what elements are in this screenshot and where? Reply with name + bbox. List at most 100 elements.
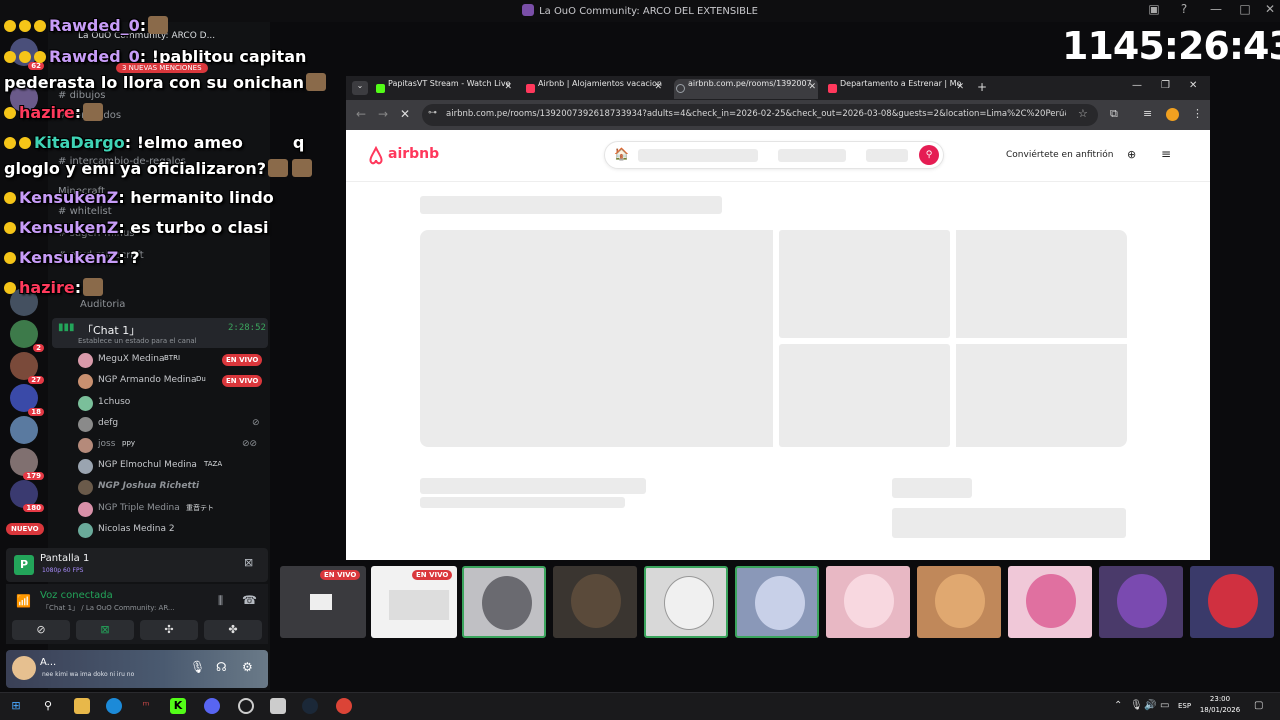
microphone-icon[interactable]: 🎙	[1130, 700, 1143, 711]
server-icon-7[interactable]	[10, 416, 38, 444]
notification-icon[interactable]: ▢	[1254, 700, 1263, 711]
signal-icon[interactable]: 📶	[16, 594, 31, 608]
maximize-button[interactable]: □	[1235, 2, 1255, 16]
participant-tile[interactable]	[644, 566, 728, 638]
forward-icon[interactable]: →	[378, 107, 388, 121]
search-icon[interactable]: ⚲	[919, 145, 939, 165]
airbnb-logo[interactable]: airbnb	[388, 146, 439, 162]
tab-close-icon[interactable]: ✕	[654, 82, 662, 92]
camera-off-button[interactable]: ⊘	[12, 620, 70, 640]
server-icon-8[interactable]: 179	[10, 448, 44, 480]
settings-gear-icon[interactable]: ⚙	[242, 660, 253, 674]
steam-icon[interactable]	[302, 698, 318, 714]
hamburger-menu-icon[interactable]: ≡	[1161, 147, 1171, 161]
url-text[interactable]: airbnb.com.pe/rooms/1392007392618733934?…	[446, 109, 1066, 119]
browser-close-button[interactable]: ✕	[1189, 80, 1197, 91]
site-info-icon[interactable]: ⊶	[428, 108, 437, 118]
globe-icon[interactable]: ⊕	[1127, 148, 1136, 161]
channel-whitelist[interactable]: # whitelist	[58, 206, 112, 217]
close-button[interactable]: ✕	[1260, 2, 1280, 16]
voice-member[interactable]: NGP Elmochul Medina TAZA	[78, 457, 268, 477]
disconnect-icon[interactable]: ☎	[242, 593, 257, 607]
app-icon[interactable]	[270, 698, 286, 714]
new-badge[interactable]: NUEVO	[6, 523, 44, 535]
voice-member[interactable]: NGP Triple Medina 重音テト	[78, 500, 268, 520]
tab-search-icon[interactable]: ⌄	[352, 81, 368, 95]
browser-maximize-button[interactable]: ❐	[1161, 80, 1170, 91]
participant-tile[interactable]	[826, 566, 910, 638]
voice-member[interactable]: 1chuso	[78, 394, 268, 414]
tab-close-icon[interactable]: ✕	[808, 82, 816, 92]
tab-airbnb[interactable]: Airbnb | Alojamientos vacacion ✕	[524, 79, 664, 99]
obs-icon[interactable]	[238, 698, 254, 714]
stop-stream-icon[interactable]: ⊠	[244, 556, 253, 569]
participant-tile[interactable]	[462, 566, 546, 638]
headphones-icon[interactable]: ☊	[216, 660, 227, 674]
microphone-icon[interactable]: 🎙	[190, 660, 205, 674]
menu-kebab-icon[interactable]: ⋮	[1192, 107, 1203, 120]
chat-message: KitaDargo: !elmo ameo q	[4, 133, 304, 152]
stop-icon[interactable]: ✕	[400, 107, 410, 121]
bookmark-star-icon[interactable]: ☆	[1078, 107, 1088, 120]
browser-minimize-button[interactable]: —	[1132, 80, 1142, 91]
airbnb-logo-icon[interactable]	[366, 146, 386, 166]
mentions-badge[interactable]: 3 NUEVAS MENCIONES	[116, 63, 208, 73]
server-icon-5[interactable]: 27	[10, 352, 44, 384]
edge-icon[interactable]	[106, 698, 122, 714]
inbox-icon[interactable]: ▣	[1144, 2, 1164, 16]
username[interactable]: A...	[40, 657, 56, 668]
clock-date[interactable]: 18/01/2026	[1196, 706, 1244, 714]
help-icon[interactable]: ?	[1174, 2, 1194, 16]
minimize-button[interactable]: —	[1206, 2, 1226, 16]
voice-channel-path[interactable]: 「Chat 1」 / La OuO Community: AR...	[42, 603, 175, 613]
server-icon-9[interactable]: 180	[10, 480, 44, 512]
back-icon[interactable]: ←	[356, 107, 366, 121]
kick-icon[interactable]: K	[170, 698, 186, 714]
file-explorer-icon[interactable]	[74, 698, 90, 714]
start-windows-icon[interactable]: ⊞	[8, 698, 24, 714]
search-icon[interactable]: ⚲	[40, 698, 56, 714]
volume-icon[interactable]: 🔊	[1144, 700, 1156, 711]
tab-departamento[interactable]: Departamento a Estrenar | Mo ✕	[826, 79, 966, 99]
participant-tile[interactable]	[1099, 566, 1183, 638]
voice-member[interactable]: MeguX Medina BTRI EN VIVO	[78, 351, 268, 371]
noise-icon[interactable]: ⫼	[218, 594, 223, 608]
chrome-icon[interactable]	[336, 698, 352, 714]
become-host-link[interactable]: Conviértete en anfitrión	[1006, 150, 1113, 160]
participant-tile[interactable]	[1008, 566, 1092, 638]
discord-icon[interactable]	[204, 698, 220, 714]
voice-member[interactable]: joss ppy ⊘⊘	[78, 436, 268, 456]
network-icon[interactable]: ▭	[1160, 700, 1169, 711]
voice-channel-auditoria[interactable]: Auditoria	[80, 299, 125, 310]
participant-tile[interactable]	[553, 566, 637, 638]
participant-tile[interactable]	[1190, 566, 1274, 638]
tab-close-icon[interactable]: ✕	[956, 82, 964, 92]
language-indicator[interactable]: ESP	[1178, 702, 1191, 710]
voice-member[interactable]: NGP Armando Medina Du EN VIVO	[78, 372, 268, 392]
voice-channel-name: 「Chat 1」	[82, 324, 141, 337]
chat-text: pederasta lo llora con su onichan	[4, 73, 304, 92]
participant-tile[interactable]	[917, 566, 1001, 638]
clock-time[interactable]: 23:00	[1200, 695, 1240, 703]
profile-avatar[interactable]	[1166, 108, 1179, 121]
voice-member[interactable]: NGP Joshua Richetti	[78, 478, 268, 498]
new-tab-button[interactable]: +	[977, 80, 987, 94]
participant-tile[interactable]	[735, 566, 819, 638]
server-icon-4[interactable]: 2	[10, 320, 44, 352]
server-icon-6[interactable]: 18	[10, 384, 44, 416]
chat-user: KitaDargo	[34, 133, 125, 152]
tab-close-icon[interactable]: ✕	[504, 82, 512, 92]
avatar[interactable]	[12, 656, 36, 680]
voice-member[interactable]: defg ⊘	[78, 415, 268, 435]
screen-share-button[interactable]: ⊠	[76, 620, 134, 640]
tab-airbnb-room[interactable]: airbnb.com.pe/rooms/1392007 ✕	[674, 79, 818, 99]
voice-member[interactable]: Nicolas Medina 2	[78, 521, 268, 541]
channel-status[interactable]: Establece un estado para el canal	[78, 337, 197, 345]
tray-chevron-icon[interactable]: ⌃	[1114, 700, 1122, 711]
app-icon[interactable]: ᵐ	[138, 698, 154, 714]
activities-button[interactable]: ✣	[140, 620, 198, 640]
media-icon[interactable]: ≡	[1143, 107, 1152, 120]
extensions-icon[interactable]: ⧉	[1110, 107, 1118, 121]
tab-papitasvt[interactable]: PapitasVT Stream - Watch Live ✕	[374, 79, 514, 99]
soundboard-button[interactable]: ✤	[204, 620, 262, 640]
